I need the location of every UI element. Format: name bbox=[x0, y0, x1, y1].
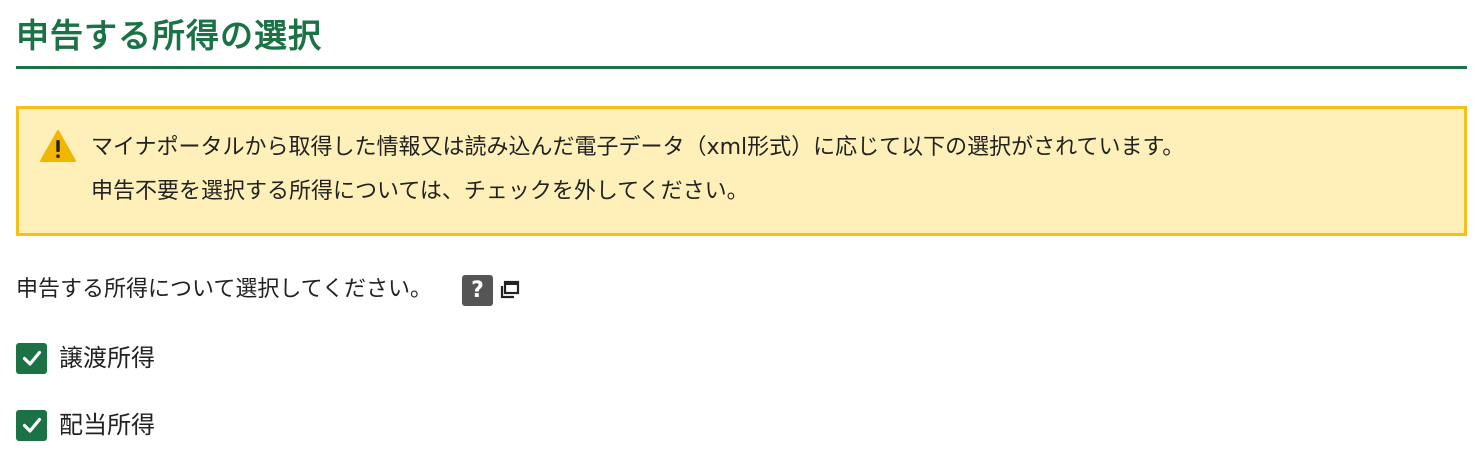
income-option-label: 譲渡所得 bbox=[59, 344, 155, 372]
notice-text-line-1: マイナポータルから取得した情報又は読み込んだ電子データ（xml形式）に応じて以下… bbox=[91, 135, 1185, 160]
new-window-icon[interactable] bbox=[499, 279, 521, 301]
checkbox-checked[interactable] bbox=[16, 409, 47, 441]
title-divider bbox=[16, 66, 1467, 69]
income-option-label: 配当所得 bbox=[59, 411, 155, 439]
checkmark-icon bbox=[22, 350, 41, 366]
checkmark-icon bbox=[22, 417, 41, 433]
notice-box: マイナポータルから取得した情報又は読み込んだ電子データ（xml形式）に応じて以下… bbox=[16, 106, 1467, 236]
question-icon: ? bbox=[471, 277, 484, 303]
notice-text-line-2: 申告不要を選択する所得については、チェックを外してください。 bbox=[91, 179, 749, 204]
page: 申告する所得の選択 マイナポータルから取得した情報又は読み込んだ電子データ（xm… bbox=[0, 0, 1483, 469]
page-title: 申告する所得の選択 bbox=[16, 16, 322, 55]
checkbox-checked[interactable] bbox=[16, 342, 47, 374]
income-prompt-row: 申告する所得について選択してください。 ? bbox=[16, 272, 521, 308]
help-button[interactable]: ? bbox=[462, 274, 494, 306]
warning-icon bbox=[40, 129, 76, 163]
income-prompt-text: 申告する所得について選択してください。 bbox=[16, 277, 433, 302]
income-option-transfer[interactable]: 譲渡所得 bbox=[16, 341, 155, 375]
income-option-dividend[interactable]: 配当所得 bbox=[16, 408, 155, 442]
